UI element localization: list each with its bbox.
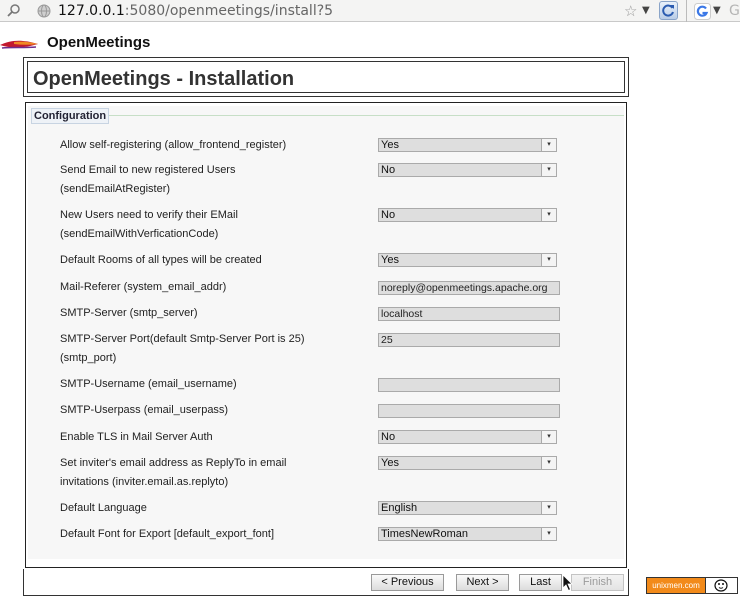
setting-label: Enable TLS in Mail Server Auth	[60, 428, 320, 447]
setting-label: New Users need to verify their EMail (sen…	[60, 206, 320, 244]
badge-divider	[705, 578, 706, 593]
setting-select[interactable]: English ▾	[378, 501, 557, 515]
setting-label: Default Language	[60, 499, 320, 518]
setting-label: Mail-Referer (system_email_addr)	[60, 278, 320, 297]
penguin-icon	[714, 579, 728, 592]
select-value: TimesNewRoman	[381, 528, 469, 540]
select-value: Yes	[381, 457, 399, 469]
dropdown-arrow-icon[interactable]: ▾	[541, 209, 556, 221]
setting-label-line: SMTP-Server (smtp_server)	[60, 307, 198, 319]
previous-button[interactable]: < Previous	[371, 574, 444, 591]
toolbar-divider	[686, 0, 687, 22]
url-text[interactable]: 127.0.0.1:5080/openmeetings/install?5	[58, 1, 333, 21]
select-value: English	[381, 502, 418, 514]
setting-text-input[interactable]: noreply@openmeetings.apache.org	[378, 281, 560, 295]
url-path: :5080/openmeetings/install?5	[124, 3, 334, 19]
setting-select[interactable]: No ▾	[378, 430, 557, 444]
browser-url-bar[interactable]: 127.0.0.1:5080/openmeetings/install?5 ☆ …	[0, 0, 740, 22]
setting-label-line: (smtp_port)	[60, 352, 117, 364]
setting-label: Send Email to new registered Users (sendE…	[60, 161, 320, 199]
setting-label-line: Mail-Referer (system_email_addr)	[60, 281, 227, 293]
last-button[interactable]: Last	[519, 574, 562, 591]
search-box[interactable]: G	[729, 1, 740, 21]
app-name: OpenMeetings	[47, 34, 151, 51]
dropdown-arrow-icon[interactable]: ▾	[541, 254, 556, 266]
search-engine-dropdown-icon[interactable]: ▼	[713, 2, 721, 20]
select-value: No	[381, 209, 396, 221]
setting-text-input[interactable]	[378, 378, 560, 392]
history-dropdown-icon[interactable]: ▼	[642, 2, 650, 20]
url-host: 127.0.0.1	[58, 3, 125, 19]
setting-text-input[interactable]: 25	[378, 333, 560, 347]
setting-label-line: Default Rooms of all types will be creat…	[60, 254, 262, 266]
next-button[interactable]: Next >	[456, 574, 509, 591]
setting-select[interactable]: Yes ▾	[378, 456, 557, 470]
mouse-cursor-icon	[562, 574, 573, 592]
setting-text-input[interactable]	[378, 404, 560, 418]
bookmark-star-icon[interactable]: ☆	[624, 2, 637, 20]
setting-label: SMTP-Username (email_username)	[60, 375, 320, 394]
setting-label: Allow self-registering (allow_frontend_r…	[60, 136, 320, 155]
setting-label-line: SMTP-Server Port(default Smtp-Server Por…	[60, 333, 305, 345]
setting-select[interactable]: No ▾	[378, 163, 557, 177]
google-search-icon[interactable]	[694, 3, 711, 20]
setting-select[interactable]: TimesNewRoman ▾	[378, 527, 557, 541]
setting-label-line: Set inviter's email address as ReplyTo i…	[60, 457, 287, 469]
configuration-panel: Configuration Allow self-registering (al…	[25, 102, 627, 568]
setting-label-line: Send Email to new registered Users	[60, 164, 236, 176]
setting-label-line: (sendEmailWithVerficationCode)	[60, 228, 219, 240]
setting-label: SMTP-Server (smtp_server)	[60, 304, 320, 323]
apache-feather-logo-icon	[0, 40, 38, 49]
finish-button: Finish	[571, 574, 624, 591]
dropdown-arrow-icon[interactable]: ▾	[541, 164, 556, 176]
setting-label-line: New Users need to verify their EMail	[60, 209, 238, 221]
setting-select[interactable]: Yes ▾	[378, 253, 557, 267]
setting-label-line: (sendEmailAtRegister)	[60, 183, 171, 195]
select-value: Yes	[381, 139, 399, 151]
setting-label-line: invitations (inviter.email.as.replyto)	[60, 476, 229, 488]
setting-label-line: SMTP-Userpass (email_userpass)	[60, 404, 229, 416]
title-panel: OpenMeetings - Installation	[23, 57, 629, 97]
setting-select[interactable]: No ▾	[378, 208, 557, 222]
setting-label: SMTP-Userpass (email_userpass)	[60, 401, 320, 420]
page-title: OpenMeetings - Installation	[33, 68, 295, 90]
select-value: Yes	[381, 254, 399, 266]
reload-icon[interactable]	[659, 1, 678, 20]
dropdown-arrow-icon[interactable]: ▾	[541, 502, 556, 514]
globe-icon	[37, 4, 51, 18]
setting-label: Set inviter's email address as ReplyTo i…	[60, 454, 320, 492]
unixmen-badge[interactable]: unixmen.com	[646, 577, 738, 594]
setting-label-line: Enable TLS in Mail Server Auth	[60, 431, 213, 443]
setting-label-line: Allow self-registering (allow_frontend_r…	[60, 139, 287, 151]
search-icon	[7, 4, 20, 17]
title-panel-inner: OpenMeetings - Installation	[27, 61, 625, 93]
setting-label: Default Rooms of all types will be creat…	[60, 251, 320, 270]
dropdown-arrow-icon[interactable]: ▾	[541, 139, 556, 151]
setting-label-line: Default Language	[60, 502, 147, 514]
select-value: No	[381, 164, 396, 176]
setting-label-line: Default Font for Export [default_export_…	[60, 528, 275, 540]
select-value: No	[381, 431, 396, 443]
setting-text-input[interactable]: localhost	[378, 307, 560, 321]
setting-label: Default Font for Export [default_export_…	[60, 525, 320, 544]
dropdown-arrow-icon[interactable]: ▾	[541, 431, 556, 443]
setting-label-line: SMTP-Username (email_username)	[60, 378, 237, 390]
badge-text: unixmen.com	[647, 578, 705, 593]
setting-select[interactable]: Yes ▾	[378, 138, 557, 152]
configuration-fieldset: Configuration Allow self-registering (al…	[28, 106, 624, 559]
dropdown-arrow-icon[interactable]: ▾	[541, 457, 556, 469]
setting-label: SMTP-Server Port(default Smtp-Server Por…	[60, 330, 320, 368]
dropdown-arrow-icon[interactable]: ▾	[541, 528, 556, 540]
settings-list: Allow self-registering (allow_frontend_r…	[28, 106, 624, 559]
